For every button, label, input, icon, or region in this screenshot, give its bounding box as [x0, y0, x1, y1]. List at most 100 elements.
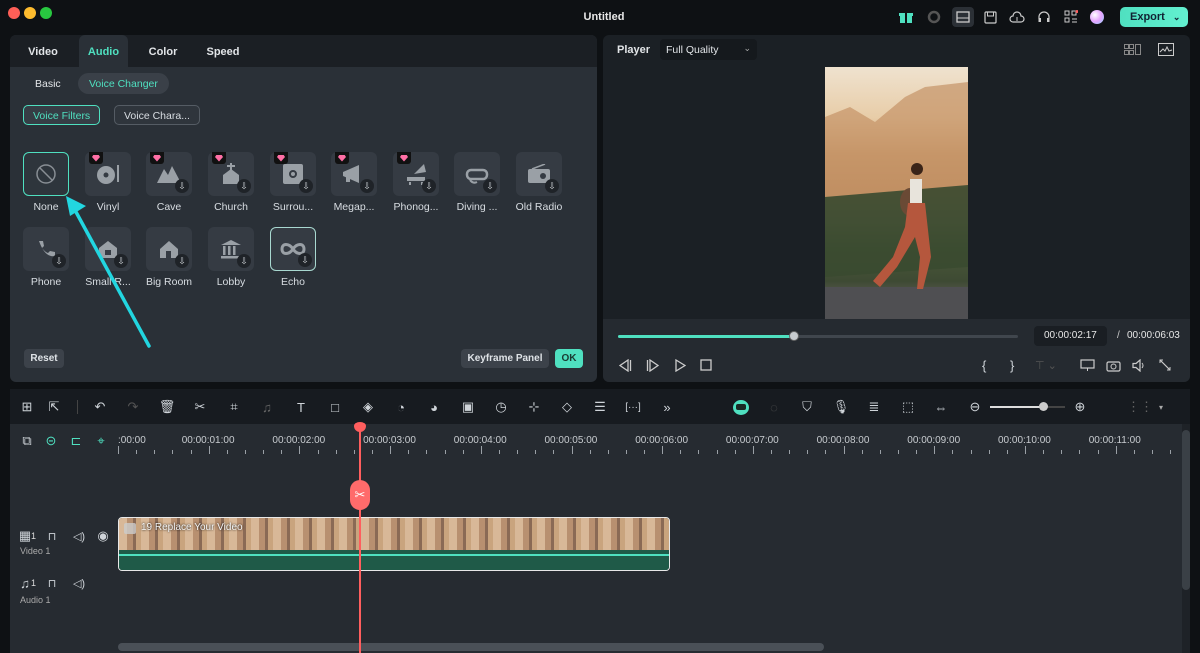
download-icon[interactable]: ⇩	[175, 179, 189, 193]
effect-lobby[interactable]: ⇩	[208, 227, 254, 271]
audio-detach-icon[interactable]: ♫	[258, 398, 276, 416]
lock-icon[interactable]: ⊓	[43, 574, 61, 592]
timeline-ruler[interactable]: :00:00 00:00:01:00 00:00:02:00 00:00:03:00 0…	[116, 424, 1190, 454]
download-icon[interactable]: ⇩	[237, 254, 251, 268]
download-icon[interactable]: ⇩	[175, 254, 189, 268]
download-icon[interactable]: ⇩	[422, 179, 436, 193]
voice-characters-pill[interactable]: Voice Chara...	[114, 105, 200, 125]
zoom-in-icon[interactable]: ⊕	[1071, 398, 1089, 416]
playlist-icon[interactable]: ≣	[865, 398, 883, 416]
mark-in-icon[interactable]: {	[982, 357, 986, 373]
color-icon[interactable]: ◕	[425, 398, 443, 416]
fit-timeline-icon[interactable]: ⇔	[932, 398, 950, 416]
volume-icon[interactable]	[1132, 357, 1147, 373]
effect-old-radio[interactable]: ⇩	[516, 152, 562, 196]
effect-big-room[interactable]: ⇩	[146, 227, 192, 271]
effect-small-room[interactable]: ⇩	[85, 227, 131, 271]
prev-frame-icon[interactable]	[618, 357, 632, 373]
more-code-icon[interactable]: [···]	[624, 398, 642, 416]
shape-icon[interactable]: □	[326, 398, 344, 416]
lock-icon[interactable]: ⊓	[43, 527, 61, 545]
add-track-icon[interactable]: ⧉	[18, 432, 36, 450]
zoom-knob[interactable]	[1038, 402, 1048, 411]
track-layout-icon[interactable]: ⋮⋮	[1127, 398, 1153, 416]
effect-echo[interactable]: ⇩	[270, 227, 316, 271]
snap-icon[interactable]: ⌖	[92, 432, 110, 450]
effect-phone[interactable]: ⇩	[23, 227, 69, 271]
fullscreen-icon[interactable]	[1159, 357, 1171, 373]
mask-icon[interactable]: ◈	[359, 398, 377, 416]
timeline-horizontal-scrollbar[interactable]	[118, 643, 824, 651]
multi-layout-icon[interactable]: ⊞	[18, 398, 36, 416]
ai-robot-icon[interactable]	[732, 398, 750, 416]
waveform-monitor-icon[interactable]	[1158, 43, 1174, 59]
speed-icon[interactable]: ◔	[392, 398, 410, 416]
effect-diving[interactable]: ⇩	[454, 152, 500, 196]
text-icon[interactable]: T	[292, 398, 310, 416]
mic-icon[interactable]: 🎙︎	[832, 398, 850, 416]
vertical-scroll-thumb[interactable]	[1182, 430, 1190, 590]
snapshot-icon[interactable]	[1106, 357, 1121, 373]
tab-video[interactable]: Video	[20, 35, 66, 67]
progress-slider[interactable]	[618, 331, 1018, 341]
marker-icon[interactable]: ⛉	[798, 398, 816, 416]
progress-knob[interactable]	[789, 331, 799, 341]
render-preview-icon[interactable]: ◌	[765, 398, 783, 416]
effect-surround[interactable]: ⇩	[270, 152, 316, 196]
quality-dropdown[interactable]: Full Quality ⌄	[660, 39, 757, 60]
display-icon[interactable]	[1080, 357, 1095, 373]
zoom-fit-icon[interactable]: ⊹	[525, 398, 543, 416]
cut-icon[interactable]: ✂	[191, 398, 209, 416]
mute-icon[interactable]: ◁)	[70, 527, 88, 545]
chevron-down-icon[interactable]: ▾	[1152, 398, 1170, 416]
effect-cave[interactable]: ⇩	[146, 152, 192, 196]
layout-icon[interactable]	[952, 7, 974, 27]
record-icon[interactable]	[925, 8, 943, 26]
download-icon[interactable]: ⇩	[545, 179, 559, 193]
subtab-voice-changer[interactable]: Voice Changer	[78, 73, 169, 94]
preview-window-icon[interactable]: ⬚	[899, 398, 917, 416]
tab-color[interactable]: Color	[140, 35, 186, 67]
link-icon[interactable]: ⊝	[42, 432, 60, 450]
download-icon[interactable]: ⇩	[483, 179, 497, 193]
keyframe-panel-button[interactable]: Keyframe Panel	[461, 349, 549, 368]
download-icon[interactable]: ⇩	[114, 254, 128, 268]
mark-out-icon[interactable]: }	[1010, 357, 1014, 373]
crop-icon[interactable]: ⌗	[225, 398, 243, 416]
effect-megaphone[interactable]: ⇩	[331, 152, 377, 196]
insert-marker-icon[interactable]: ⊤ ⌄	[1035, 357, 1057, 373]
next-frame-icon[interactable]	[646, 357, 660, 373]
effect-vinyl[interactable]	[85, 152, 131, 196]
keyframe-icon[interactable]: ◇	[558, 398, 576, 416]
mute-icon[interactable]: ◁)	[70, 574, 88, 592]
split-scissors-button[interactable]: ✂	[350, 480, 370, 510]
cloud-upload-icon[interactable]	[1008, 8, 1026, 26]
download-icon[interactable]: ⇩	[298, 253, 312, 267]
effect-church[interactable]: ⇩	[208, 152, 254, 196]
save-icon[interactable]	[981, 8, 999, 26]
download-icon[interactable]: ⇩	[299, 179, 313, 193]
download-icon[interactable]: ⇩	[237, 179, 251, 193]
playhead[interactable]	[359, 424, 361, 653]
avatar-icon[interactable]	[1088, 8, 1106, 26]
zoom-out-icon[interactable]: ⊖	[966, 398, 984, 416]
select-tool-icon[interactable]: ⇱	[45, 398, 63, 416]
tab-speed[interactable]: Speed	[200, 35, 246, 67]
delete-icon[interactable]: 🗑︎	[158, 398, 176, 416]
tab-audio[interactable]: Audio	[79, 35, 128, 67]
apps-grid-icon[interactable]	[1062, 8, 1080, 26]
video-clip[interactable]: 19 Replace Your Video	[118, 517, 670, 571]
grid-view-icon[interactable]	[1124, 44, 1142, 59]
undo-icon[interactable]: ↶	[91, 398, 109, 416]
timeline-zoom-slider[interactable]	[990, 402, 1065, 411]
effect-none[interactable]	[23, 152, 69, 196]
subtab-basic[interactable]: Basic	[24, 73, 72, 94]
more-icon[interactable]: »	[658, 398, 676, 416]
effect-phonograph[interactable]: ⇩	[393, 152, 439, 196]
export-button[interactable]: Export ⌄	[1120, 7, 1188, 27]
pip-icon[interactable]: ▣	[459, 398, 477, 416]
play-icon[interactable]	[674, 357, 686, 373]
download-icon[interactable]: ⇩	[52, 254, 66, 268]
voice-filters-pill[interactable]: Voice Filters	[23, 105, 101, 125]
ok-button[interactable]: OK	[555, 349, 583, 368]
